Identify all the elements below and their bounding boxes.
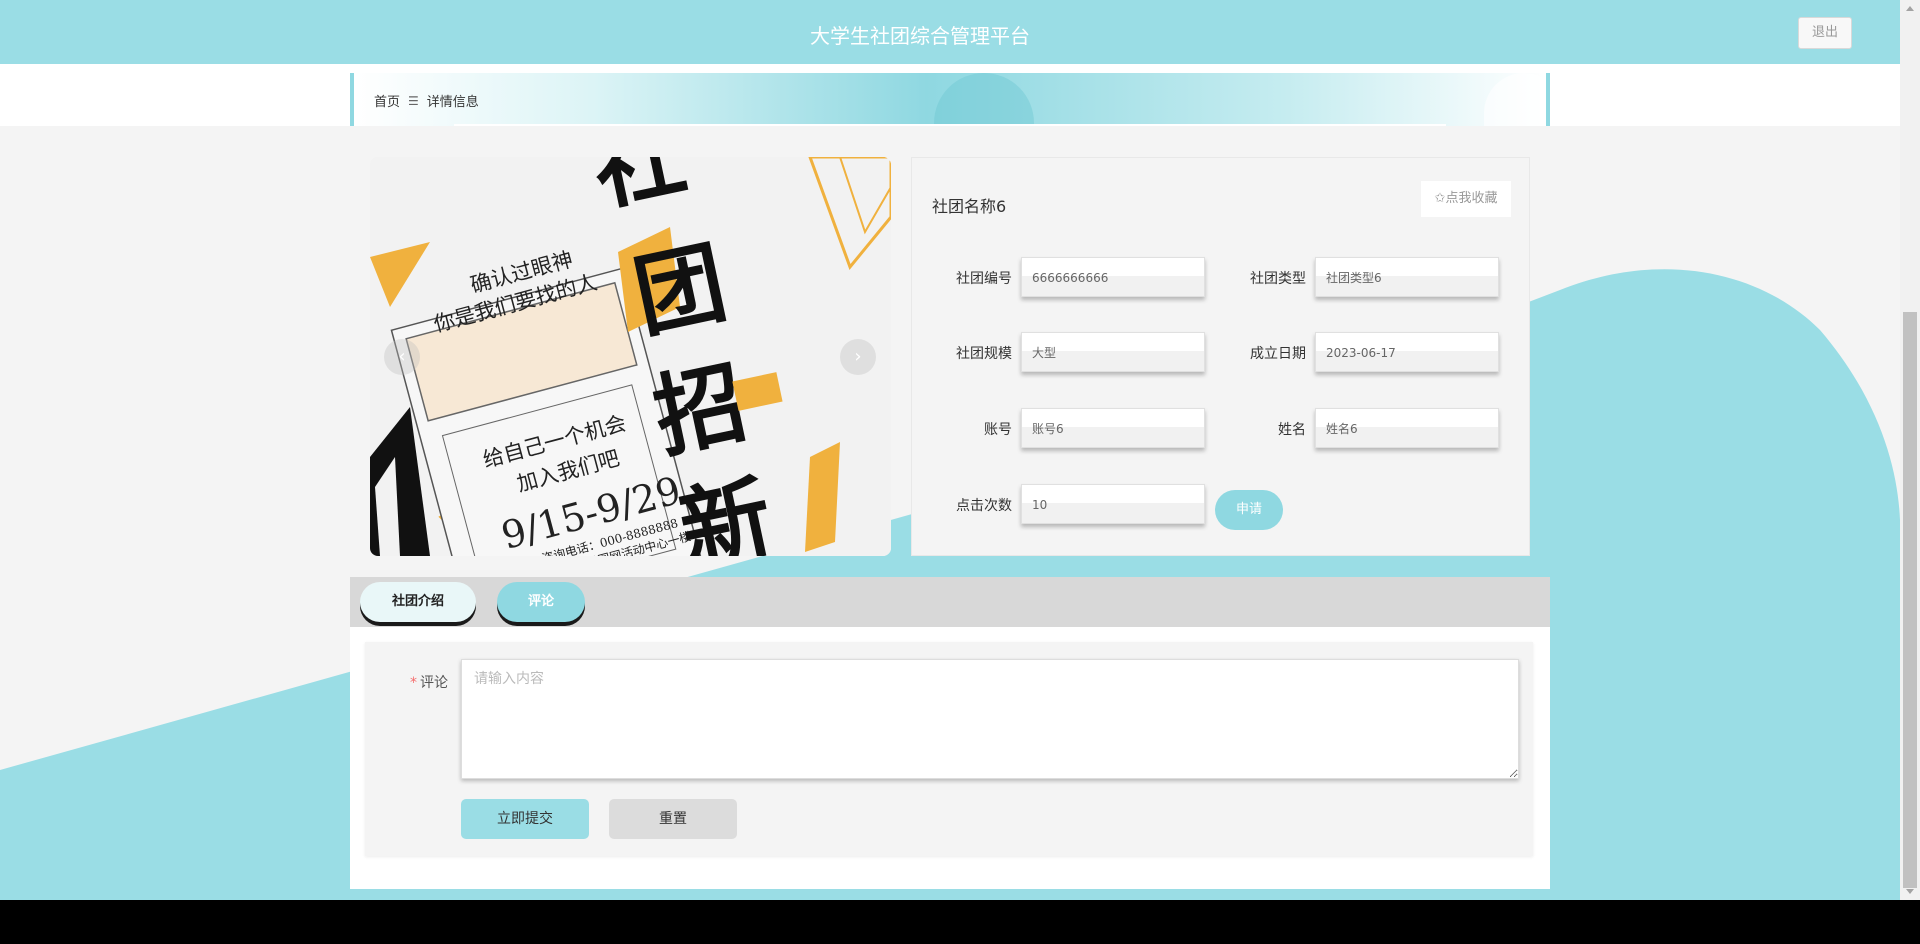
- carousel-prev-icon[interactable]: ‹: [384, 339, 420, 375]
- comment-section: *评论 立即提交 重置: [350, 627, 1550, 889]
- tab-comments[interactable]: 评论: [497, 582, 585, 622]
- comment-label: * 评论: [410, 672, 448, 692]
- breadcrumb-current: 详情信息: [426, 95, 479, 110]
- click-count-label: 点击次数: [956, 498, 1012, 514]
- club-code-field[interactable]: 6666666666: [1021, 257, 1205, 297]
- submit-button[interactable]: 立即提交: [461, 799, 589, 839]
- club-type-field[interactable]: 社团类型6: [1315, 257, 1499, 297]
- logout-button[interactable]: 退出: [1798, 17, 1852, 49]
- club-image-carousel[interactable]: 确认过眼神 你是我们要找的人 给自己一个机会 加入我们吧 9/15-9/29 咨…: [370, 157, 891, 556]
- required-mark: *: [410, 675, 417, 691]
- recruitment-poster-image: 确认过眼神 你是我们要找的人 给自己一个机会 加入我们吧 9/15-9/29 咨…: [370, 157, 891, 556]
- scroll-thumb[interactable]: [1903, 312, 1917, 888]
- club-scale-field[interactable]: 大型: [1021, 332, 1205, 372]
- breadcrumb: 首页 ☰ 详情信息: [374, 91, 479, 111]
- club-code-label: 社团编号: [956, 271, 1012, 287]
- account-label: 账号: [984, 422, 1012, 438]
- carousel-next-icon[interactable]: ›: [840, 339, 876, 375]
- account-field[interactable]: 账号6: [1021, 408, 1205, 448]
- club-scale-label: 社团规模: [956, 346, 1012, 362]
- tab-club-intro[interactable]: 社团介绍: [360, 582, 476, 622]
- club-name: 社团名称6: [932, 197, 1007, 216]
- person-name-label: 姓名: [1278, 422, 1306, 438]
- comment-label-text: 评论: [420, 675, 448, 691]
- apply-button[interactable]: 申请: [1215, 490, 1283, 530]
- breadcrumb-separator-icon: ☰: [408, 93, 419, 108]
- favorite-button[interactable]: ✩点我收藏: [1421, 181, 1511, 217]
- detail-tabs: 社团介绍 评论: [350, 577, 1550, 627]
- reset-button[interactable]: 重置: [609, 799, 737, 839]
- click-count-field[interactable]: 10: [1021, 484, 1205, 524]
- person-name-field[interactable]: 姓名6: [1315, 408, 1499, 448]
- club-type-label: 社团类型: [1250, 271, 1306, 287]
- top-header: 大学生社团综合管理平台 退出: [0, 0, 1900, 64]
- scroll-up-icon[interactable]: [1906, 6, 1914, 11]
- comment-input[interactable]: [461, 659, 1519, 779]
- founded-date-label: 成立日期: [1250, 346, 1306, 362]
- app-title: 大学生社团综合管理平台: [810, 24, 1030, 48]
- page-scrollbar[interactable]: [1900, 0, 1920, 900]
- club-info-panel: 社团名称6 ✩点我收藏 社团编号 6666666666 社团类型 社团类型6 社…: [911, 157, 1530, 556]
- comment-form: *评论 立即提交 重置: [365, 642, 1533, 856]
- scroll-down-icon[interactable]: [1906, 889, 1914, 894]
- bottom-strip: [0, 900, 1920, 944]
- breadcrumb-banner: 首页 ☰ 详情信息: [350, 73, 1550, 126]
- breadcrumb-home-link[interactable]: 首页: [374, 91, 400, 110]
- founded-date-field[interactable]: 2023-06-17: [1315, 332, 1499, 372]
